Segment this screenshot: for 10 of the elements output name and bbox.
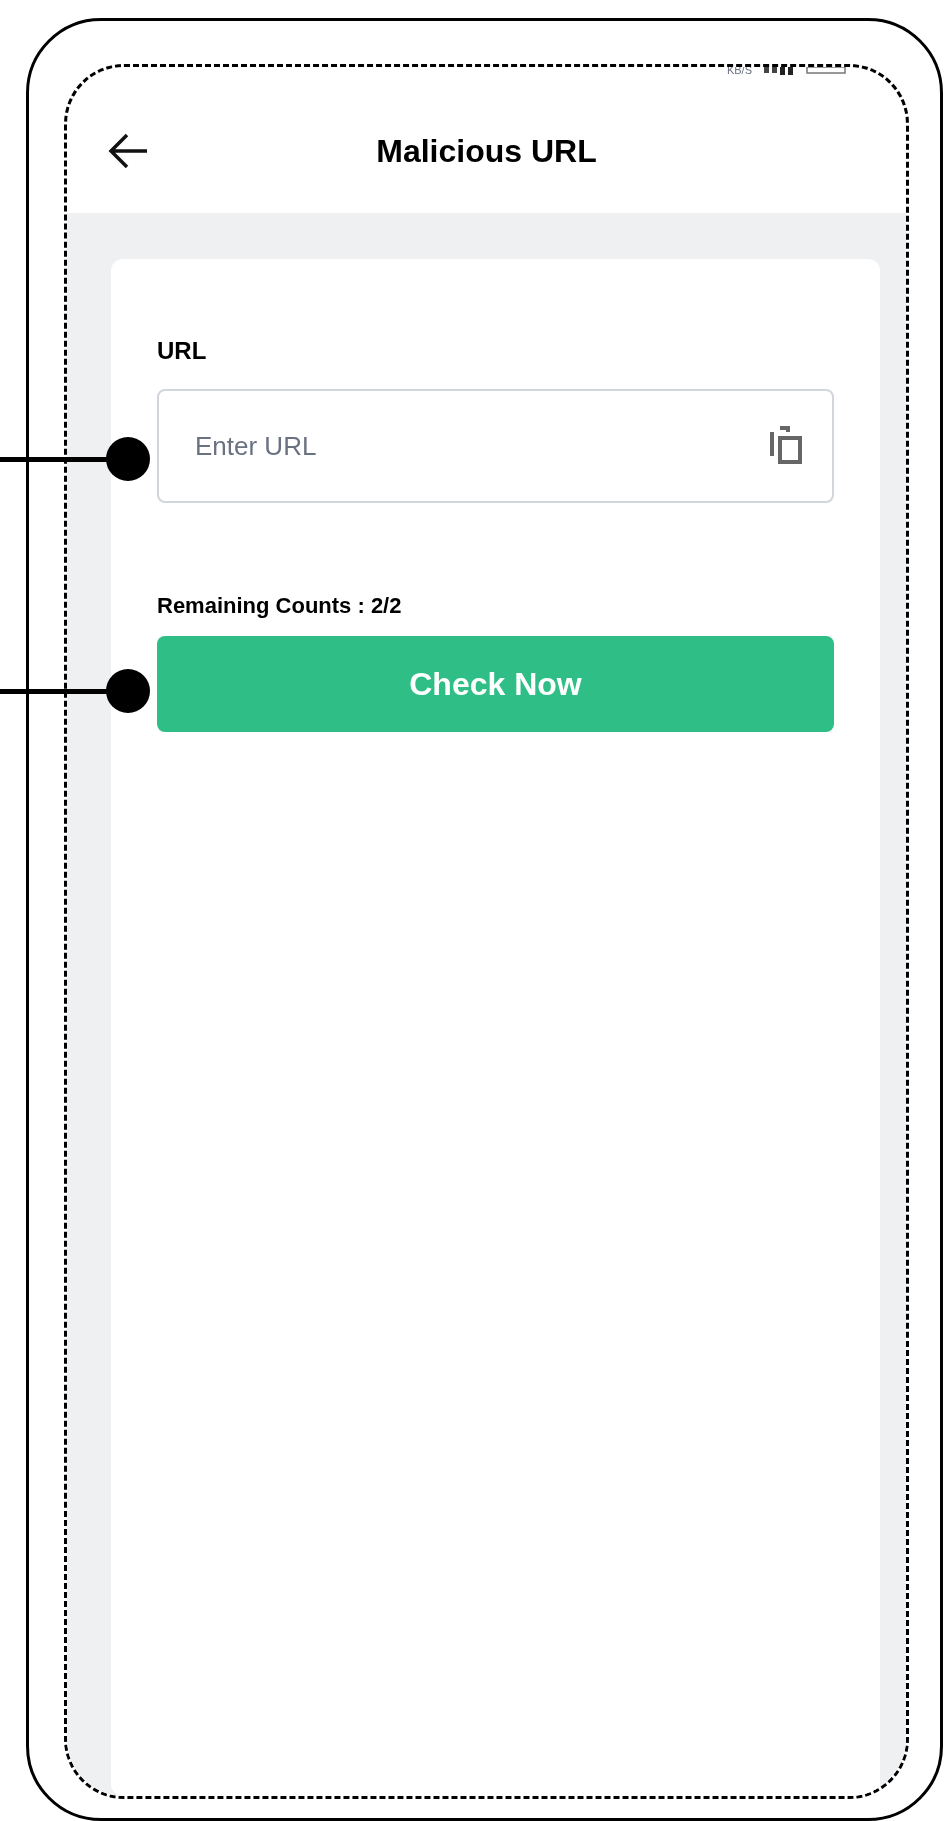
battery-icon: [806, 67, 846, 75]
remaining-counts: Remaining Counts : 2/2: [157, 592, 403, 620]
check-now-button[interactable]: Check Now: [157, 636, 834, 732]
url-input-field[interactable]: Enter URL: [157, 389, 834, 503]
network-speed: KB/S: [726, 67, 752, 76]
signal-icon: [764, 67, 794, 75]
url-label: URL: [157, 336, 208, 366]
back-arrow-icon[interactable]: [107, 133, 149, 169]
screen-title: Malicious URL: [376, 132, 597, 171]
paste-icon[interactable]: [768, 426, 804, 466]
